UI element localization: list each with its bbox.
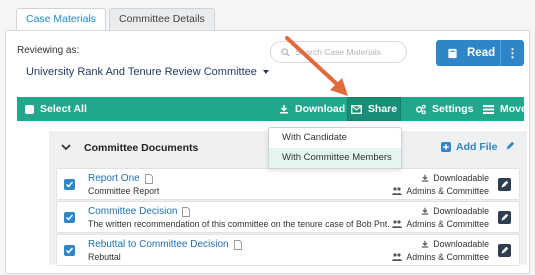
select-all-toggle[interactable]: Select All bbox=[25, 97, 87, 121]
move-button[interactable]: Move bbox=[483, 97, 527, 121]
users-icon bbox=[392, 220, 403, 228]
share-button[interactable]: Share bbox=[347, 97, 401, 121]
select-all-checkbox[interactable] bbox=[25, 104, 34, 114]
download-status: Downloadable bbox=[433, 173, 489, 183]
document-icon bbox=[182, 206, 191, 217]
committee-selector[interactable]: University Rank And Tenure Review Commit… bbox=[26, 66, 269, 78]
download-icon bbox=[422, 207, 429, 215]
share-label: Share bbox=[367, 103, 398, 115]
settings-label: Settings bbox=[432, 103, 474, 115]
chevron-down-icon[interactable] bbox=[61, 144, 71, 151]
document-row[interactable]: Rebuttal to Committee Decision Rebuttal … bbox=[56, 234, 520, 266]
plus-square-icon bbox=[441, 142, 451, 152]
document-description: The written recommendation of this commi… bbox=[88, 219, 390, 229]
book-icon bbox=[448, 48, 457, 58]
document-link[interactable]: Report One bbox=[88, 173, 140, 184]
case-materials-panel: Reviewing as: University Rank And Tenure… bbox=[5, 30, 530, 274]
add-file-button[interactable]: Add File bbox=[441, 141, 497, 153]
pencil-icon bbox=[501, 213, 509, 221]
share-with-committee-members-option[interactable]: With Committee Members bbox=[269, 148, 401, 168]
access-level: Admins & Committee bbox=[406, 252, 489, 262]
gears-icon bbox=[416, 104, 426, 114]
share-with-candidate-option[interactable]: With Candidate bbox=[269, 128, 401, 148]
document-link[interactable]: Committee Decision bbox=[88, 206, 177, 217]
committee-name: University Rank And Tenure Review Commit… bbox=[26, 66, 257, 78]
search-box[interactable] bbox=[270, 41, 407, 63]
download-status: Downloadable bbox=[433, 206, 489, 216]
tab-committee-details[interactable]: Committee Details bbox=[109, 8, 215, 30]
reviewing-as-label: Reviewing as: bbox=[17, 45, 80, 56]
document-icon bbox=[144, 173, 153, 184]
edit-document-button[interactable] bbox=[498, 211, 511, 224]
section-title: Committee Documents bbox=[84, 142, 199, 154]
document-row[interactable]: Committee Decision The written recommend… bbox=[56, 201, 520, 233]
pencil-icon bbox=[501, 246, 509, 254]
select-all-label: Select All bbox=[40, 103, 87, 115]
checkmark-icon bbox=[65, 214, 74, 221]
row-checkbox[interactable] bbox=[64, 212, 75, 223]
download-status: Downloadable bbox=[433, 239, 489, 249]
row-checkbox[interactable] bbox=[64, 245, 75, 256]
users-icon bbox=[392, 187, 403, 195]
read-button[interactable]: Read bbox=[436, 40, 500, 66]
search-icon bbox=[281, 47, 290, 57]
checkmark-icon bbox=[65, 181, 74, 188]
read-button-label: Read bbox=[467, 47, 496, 59]
add-file-label: Add File bbox=[456, 141, 498, 153]
access-level: Admins & Committee bbox=[406, 219, 489, 229]
caret-down-icon bbox=[262, 70, 269, 74]
edit-document-button[interactable] bbox=[498, 178, 511, 191]
bulk-action-bar: Select All Download Share Settings Move bbox=[17, 97, 527, 121]
settings-button[interactable]: Settings bbox=[415, 97, 473, 121]
document-icon bbox=[233, 239, 242, 250]
document-name: Report One bbox=[88, 173, 153, 184]
pencil-icon[interactable] bbox=[505, 141, 515, 151]
download-icon bbox=[422, 174, 429, 182]
pencil-icon bbox=[501, 180, 509, 188]
row-checkbox[interactable] bbox=[64, 179, 75, 190]
tab-case-materials[interactable]: Case Materials bbox=[16, 8, 107, 31]
download-icon bbox=[422, 240, 429, 248]
download-icon bbox=[280, 105, 288, 114]
search-input[interactable] bbox=[295, 47, 405, 57]
document-link[interactable]: Rebuttal to Committee Decision bbox=[88, 239, 229, 250]
document-name: Rebuttal to Committee Decision bbox=[88, 239, 242, 250]
access-level: Admins & Committee bbox=[406, 186, 489, 196]
download-label: Download bbox=[295, 103, 346, 115]
read-button-group: Read ⋮ bbox=[436, 40, 524, 66]
move-icon bbox=[483, 104, 494, 114]
envelope-icon bbox=[351, 104, 362, 114]
document-name: Committee Decision bbox=[88, 206, 191, 217]
tab-bar: Case Materials Committee Details bbox=[16, 8, 218, 31]
read-more-menu-button[interactable]: ⋮ bbox=[500, 40, 524, 66]
document-row[interactable]: Report One Committee Report Downloadable… bbox=[56, 168, 520, 200]
move-label: Move bbox=[500, 103, 527, 115]
share-dropdown-menu: With Candidate With Committee Members bbox=[268, 127, 402, 169]
edit-document-button[interactable] bbox=[498, 244, 511, 257]
document-description: Rebuttal bbox=[88, 252, 121, 262]
download-button[interactable]: Download bbox=[279, 97, 345, 121]
users-icon bbox=[392, 253, 403, 261]
document-description: Committee Report bbox=[88, 186, 160, 196]
checkmark-icon bbox=[65, 247, 74, 254]
